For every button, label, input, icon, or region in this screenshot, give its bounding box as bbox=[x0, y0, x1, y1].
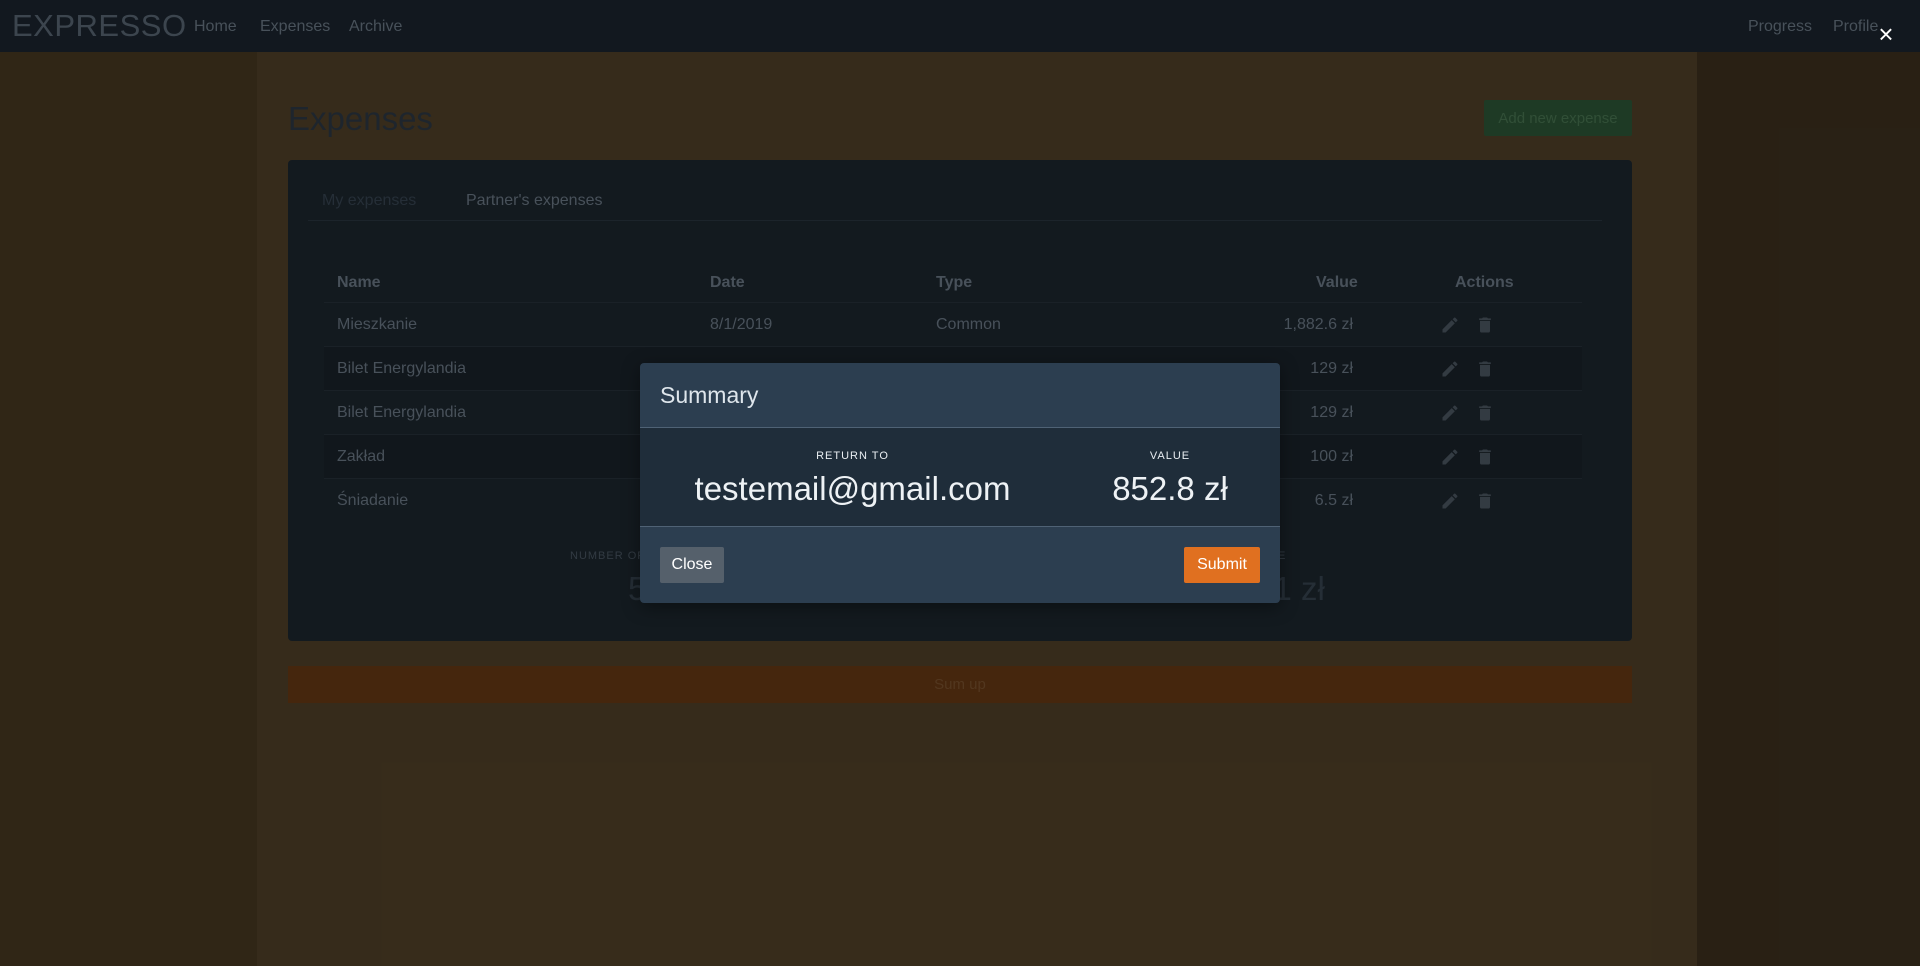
summary-modal: Summary RETURN TO testemail@gmail.com VA… bbox=[640, 363, 1280, 603]
submit-button[interactable]: Submit bbox=[1184, 547, 1260, 583]
modal-body: RETURN TO testemail@gmail.com VALUE 852.… bbox=[640, 428, 1280, 527]
close-button[interactable]: Close bbox=[660, 547, 724, 583]
return-to-label: RETURN TO bbox=[816, 450, 889, 462]
close-icon[interactable]: × bbox=[1874, 21, 1898, 47]
modal-footer: Close Submit bbox=[640, 527, 1280, 603]
modal-title: Summary bbox=[660, 382, 759, 408]
return-to-value: testemail@gmail.com bbox=[694, 470, 1011, 507]
modal-header: Summary bbox=[640, 363, 1280, 428]
value-amount: 852.8 zł bbox=[1112, 470, 1228, 507]
value-label: VALUE bbox=[1149, 450, 1191, 462]
